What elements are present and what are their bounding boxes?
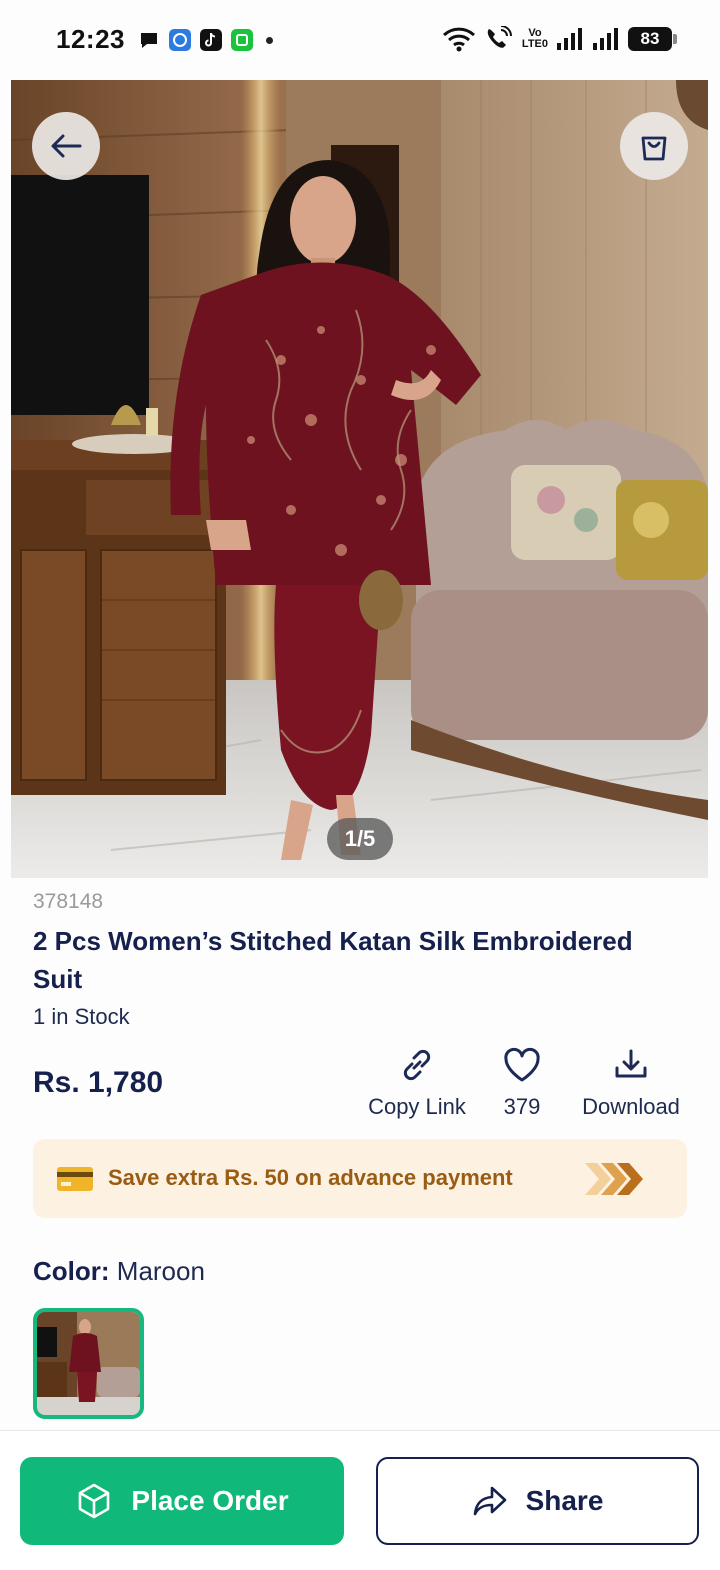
- signal-icon: [593, 28, 618, 50]
- color-swatch-maroon[interactable]: [33, 1308, 144, 1419]
- product-price: Rs. 1,780: [33, 1066, 164, 1099]
- wifi-icon: [442, 27, 475, 52]
- color-label: Color:: [33, 1256, 110, 1286]
- image-pager: 1/5: [327, 818, 393, 860]
- arrow-left-icon: [51, 134, 82, 158]
- like-button[interactable]: 379: [494, 1046, 550, 1120]
- download-icon: [615, 1049, 647, 1078]
- system-icons: Vo LTE0 83: [442, 26, 677, 52]
- back-button[interactable]: [32, 112, 100, 180]
- call-icon: [487, 26, 512, 48]
- more-notifications-dot: [266, 36, 273, 44]
- tiktok-icon: [200, 29, 222, 51]
- volte-indicator: Vo LTE0: [522, 28, 548, 50]
- product-sku: 378148: [33, 890, 104, 913]
- download-button[interactable]: Download: [570, 1046, 692, 1120]
- chevrons-right-icon: [585, 1163, 643, 1195]
- place-order-button[interactable]: Place Order: [20, 1457, 344, 1545]
- promo-text: Save extra Rs. 50 on advance payment: [108, 1165, 513, 1190]
- stock-status: 1 in Stock: [33, 1004, 130, 1029]
- color-value: Maroon: [116, 1256, 205, 1286]
- notification-icons: [138, 29, 273, 51]
- status-bar: 12:23 Vo LTE0 83: [0, 0, 720, 80]
- swatch-thumbnail: [37, 1312, 140, 1415]
- share-arrow-icon: [473, 1486, 506, 1516]
- payment-card-icon: [57, 1167, 93, 1191]
- product-image-gallery[interactable]: 1/5: [11, 80, 708, 878]
- share-label: Share: [525, 1485, 604, 1516]
- place-order-label: Place Order: [131, 1485, 289, 1516]
- color-selector: Color: Maroon: [33, 1256, 205, 1287]
- cart-button[interactable]: [620, 112, 688, 180]
- battery-indicator: 83: [628, 27, 677, 51]
- link-icon: [403, 1049, 431, 1081]
- bottom-action-bar: Place Order Share: [0, 1430, 720, 1570]
- copy-link-label: Copy Link: [368, 1094, 466, 1119]
- like-count: 379: [503, 1094, 541, 1119]
- advance-payment-banner[interactable]: Save extra Rs. 50 on advance payment: [33, 1139, 687, 1218]
- heart-icon: [504, 1047, 540, 1082]
- box-icon: [79, 1483, 110, 1519]
- copy-link-button[interactable]: Copy Link: [362, 1046, 472, 1120]
- download-label: Download: [582, 1094, 680, 1119]
- chat-icon: [141, 33, 157, 48]
- share-button[interactable]: Share: [376, 1457, 699, 1545]
- wechat-icon: [231, 29, 253, 51]
- signal-icon: [557, 28, 582, 50]
- shopping-bag-icon: [641, 136, 667, 161]
- product-title: 2 Pcs Women’s Stitched Katan Silk Embroi…: [33, 926, 633, 994]
- product-photo: [11, 80, 708, 878]
- volte-bottom-text: LTE0: [521, 38, 548, 50]
- app-icon: [169, 29, 191, 51]
- status-time: 12:23: [56, 24, 125, 54]
